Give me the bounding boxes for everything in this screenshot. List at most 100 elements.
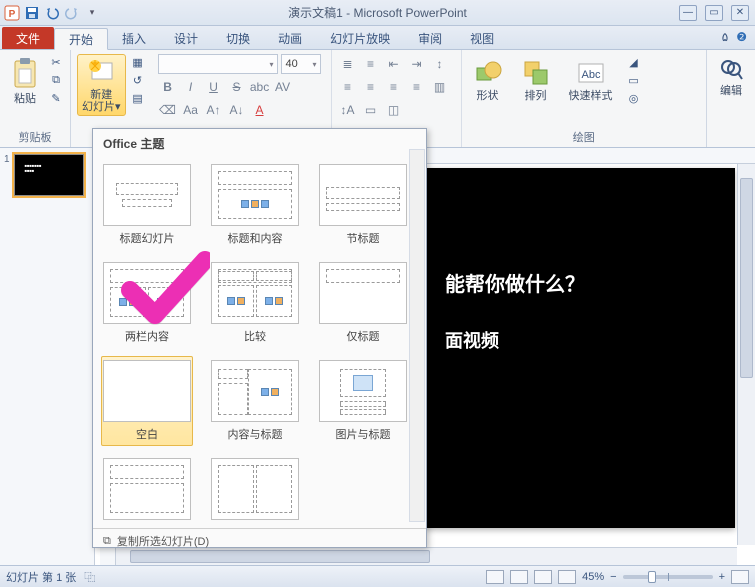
line-spacing-button[interactable]: ↕	[430, 54, 450, 74]
help-icon[interactable]: ❷	[736, 30, 747, 44]
paste-button[interactable]: 粘贴	[6, 54, 44, 108]
svg-text:P: P	[9, 9, 16, 20]
window-title: 演示文稿1 - Microsoft PowerPoint	[0, 4, 755, 21]
shrink-font-button[interactable]: A↓	[227, 100, 247, 120]
clipboard-group-label: 剪贴板	[6, 127, 64, 145]
redo-icon[interactable]	[64, 5, 80, 21]
new-slide-button[interactable]: 新建幻灯片▾	[77, 54, 126, 116]
zoom-out-button[interactable]: −	[610, 571, 616, 583]
fit-to-window-button[interactable]	[731, 570, 749, 584]
drawing-group-label: 绘图	[468, 127, 700, 145]
duplicate-icon: ⧉	[103, 535, 111, 548]
align-text-button[interactable]: ▭	[361, 100, 381, 120]
align-left-button[interactable]: ≡	[338, 77, 358, 97]
tab-animations[interactable]: 动画	[264, 27, 316, 49]
view-sorter-button[interactable]	[510, 570, 528, 584]
find-button[interactable]: 编辑	[713, 54, 749, 100]
layout-comparison[interactable]: 比较	[209, 258, 301, 348]
section-icon[interactable]: ▤	[130, 90, 146, 106]
font-color-button[interactable]: A	[250, 100, 270, 120]
align-right-button[interactable]: ≡	[384, 77, 404, 97]
view-slideshow-button[interactable]	[558, 570, 576, 584]
layout-title-slide[interactable]: 标题幻灯片	[101, 160, 193, 250]
bullets-button[interactable]: ≣	[338, 54, 358, 74]
thumbnail-number: 1	[4, 154, 10, 196]
tab-file[interactable]: 文件	[2, 27, 54, 49]
layout-blank[interactable]: 空白	[101, 356, 193, 446]
layout-section-header[interactable]: 节标题	[317, 160, 409, 250]
grow-font-button[interactable]: A↑	[204, 100, 224, 120]
layout-dropdown-footer[interactable]: ⧉ 复制所选幻灯片(D)	[93, 528, 426, 553]
align-center-button[interactable]: ≡	[361, 77, 381, 97]
smartart-button[interactable]: ◫	[384, 100, 404, 120]
shadow-button[interactable]: abc	[250, 77, 270, 97]
group-clipboard: 粘贴 ✂ ⧉ ✎ 剪贴板	[0, 50, 71, 147]
clear-format-button[interactable]: ⌫	[158, 100, 178, 120]
indent-inc-button[interactable]: ⇥	[407, 54, 427, 74]
italic-button[interactable]: I	[181, 77, 201, 97]
tab-review[interactable]: 审阅	[404, 27, 456, 49]
thumbnail-item[interactable]: 1 ■■■■■■■■■■■	[4, 154, 90, 196]
layout-picture-caption[interactable]: 图片与标题	[317, 356, 409, 446]
current-slide[interactable]: 能帮你做什么？ 面视频	[425, 168, 735, 528]
bold-button[interactable]: B	[158, 77, 178, 97]
layout-icon[interactable]: ▦	[130, 54, 146, 70]
layout-title-only[interactable]: 仅标题	[317, 258, 409, 348]
save-icon[interactable]	[24, 5, 40, 21]
arrange-button[interactable]: 排列	[516, 54, 556, 106]
columns-button[interactable]: ▥	[430, 77, 450, 97]
group-drawing: 形状 排列 Abc 快速样式 ◢ ▭ ◎ 绘图	[462, 50, 707, 147]
layout-content-caption[interactable]: 内容与标题	[209, 356, 301, 446]
layout-title-content[interactable]: 标题和内容	[209, 160, 301, 250]
reset-icon[interactable]: ↺	[130, 72, 146, 88]
thumbnail-preview[interactable]: ■■■■■■■■■■■	[14, 154, 84, 196]
char-spacing-button[interactable]: AV	[273, 77, 293, 97]
numbering-button[interactable]: ≡	[361, 54, 381, 74]
zoom-percent[interactable]: 45%	[582, 571, 604, 583]
undo-icon[interactable]	[44, 5, 60, 21]
status-bar: 幻灯片 第 1 张 ⿻ 45% − +	[0, 565, 755, 587]
shapes-button[interactable]: 形状	[468, 54, 508, 106]
cut-icon[interactable]: ✂	[48, 54, 64, 70]
layout-row4-1[interactable]	[101, 454, 193, 524]
title-bar: P ▾ 演示文稿1 - Microsoft PowerPoint ― ▭ ✕	[0, 0, 755, 26]
slide-layout-dropdown: Office 主题 标题幻灯片 标题和内容 节标题 两栏内容 比较	[92, 128, 427, 548]
justify-button[interactable]: ≡	[407, 77, 427, 97]
tab-slideshow[interactable]: 幻灯片放映	[316, 27, 404, 49]
text-direction-button[interactable]: ↕A	[338, 100, 358, 120]
maximize-button[interactable]: ▭	[705, 5, 723, 21]
indent-dec-button[interactable]: ⇤	[384, 54, 404, 74]
quick-styles-button[interactable]: Abc 快速样式	[564, 54, 618, 106]
vertical-scrollbar[interactable]	[737, 164, 755, 545]
annotation-checkmark	[120, 250, 210, 333]
shape-outline-icon[interactable]: ▭	[626, 72, 642, 88]
tab-insert[interactable]: 插入	[108, 27, 160, 49]
shape-fill-icon[interactable]: ◢	[626, 54, 642, 70]
ribbon-minimize-icon[interactable]: ۵	[722, 30, 728, 44]
font-size-combo[interactable]: 40	[281, 54, 321, 74]
font-family-combo[interactable]	[158, 54, 278, 74]
view-normal-button[interactable]	[486, 570, 504, 584]
qat-dropdown-icon[interactable]: ▾	[84, 5, 100, 21]
close-button[interactable]: ✕	[731, 5, 749, 21]
paste-label: 粘贴	[14, 93, 36, 105]
group-editing: 编辑	[707, 50, 755, 147]
zoom-slider[interactable]	[623, 575, 713, 579]
underline-button[interactable]: U	[204, 77, 224, 97]
tab-transitions[interactable]: 切换	[212, 27, 264, 49]
ribbon-tabs: 文件 开始 插入 设计 切换 动画 幻灯片放映 审阅 视图 ۵ ❷	[0, 26, 755, 50]
minimize-button[interactable]: ―	[679, 5, 697, 21]
format-painter-icon[interactable]: ✎	[48, 90, 64, 106]
copy-icon[interactable]: ⧉	[48, 72, 64, 88]
status-lang-icon[interactable]: ⿻	[84, 569, 95, 585]
tab-home[interactable]: 开始	[54, 28, 108, 50]
shape-effects-icon[interactable]: ◎	[626, 90, 642, 106]
change-case-button[interactable]: Aa	[181, 100, 201, 120]
tab-design[interactable]: 设计	[160, 27, 212, 49]
zoom-in-button[interactable]: +	[719, 571, 725, 583]
quick-access-toolbar: P ▾	[0, 5, 100, 21]
tab-view[interactable]: 视图	[456, 27, 508, 49]
view-reading-button[interactable]	[534, 570, 552, 584]
layout-row4-2[interactable]	[209, 454, 301, 524]
strike-button[interactable]: S	[227, 77, 247, 97]
